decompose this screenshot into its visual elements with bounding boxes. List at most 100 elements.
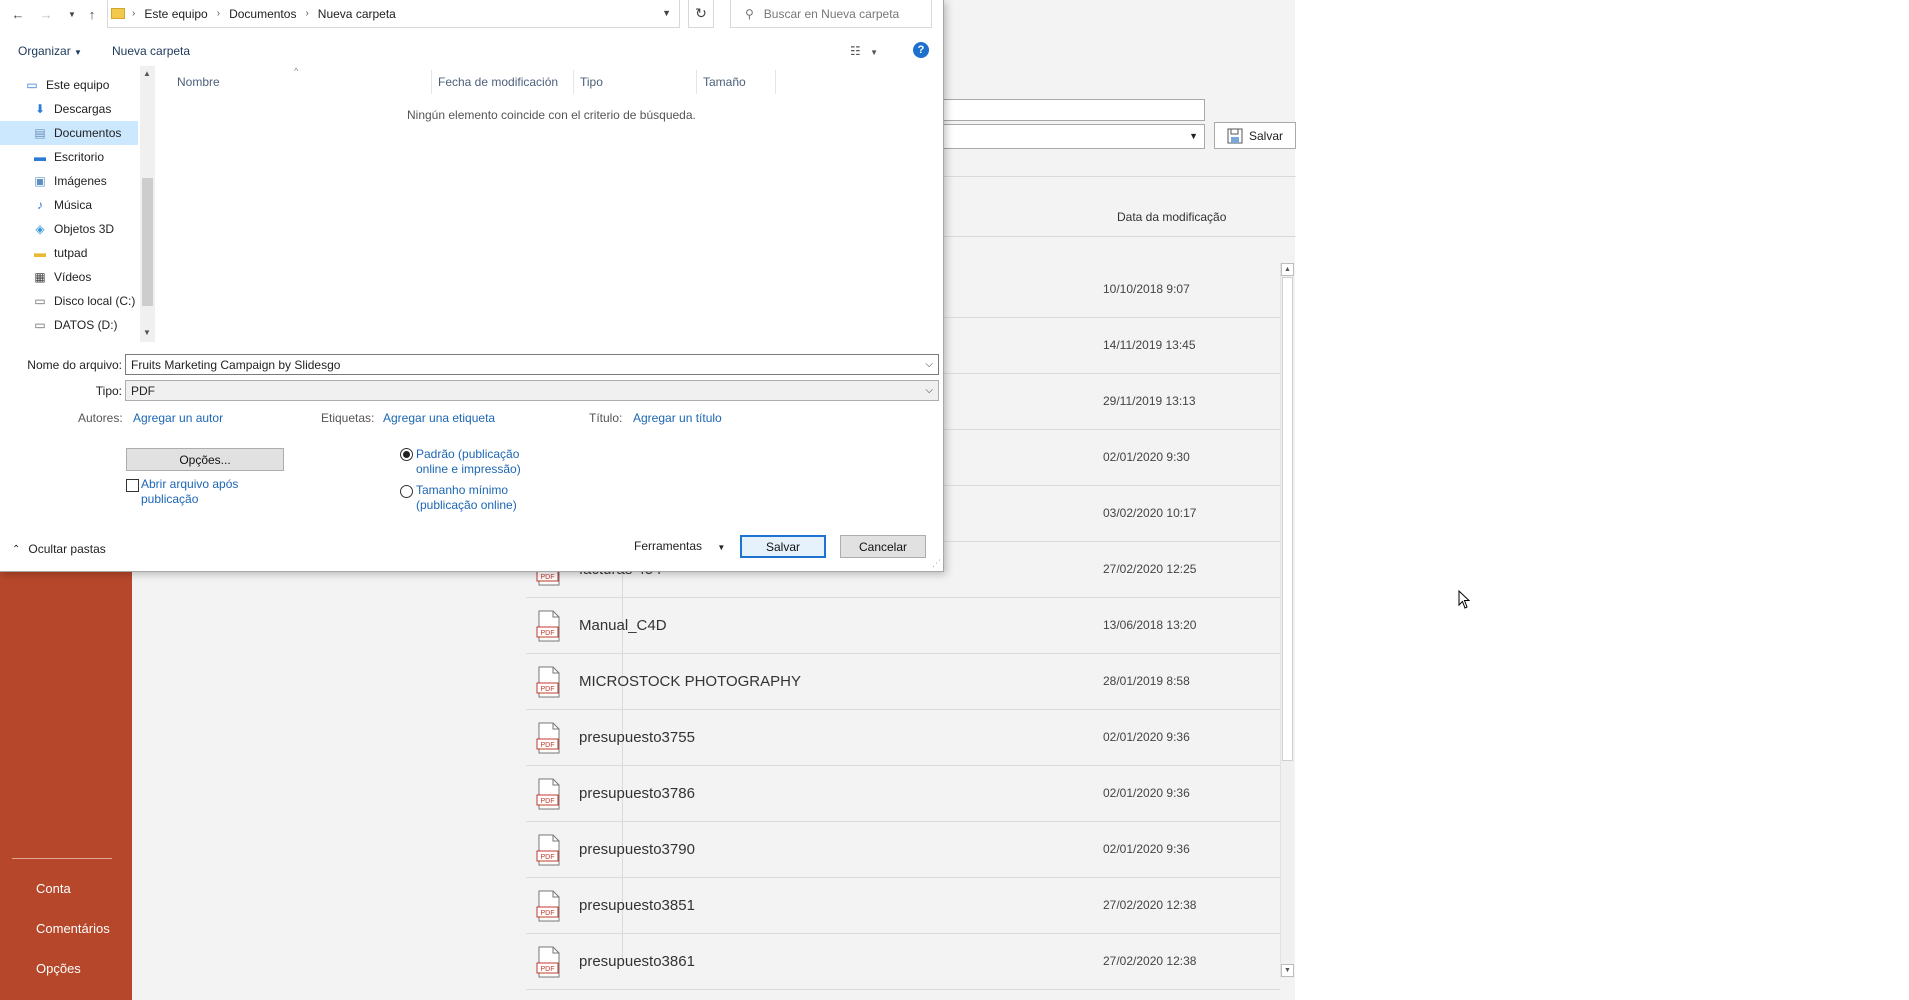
breadcrumb-documentos[interactable]: Documentos (229, 7, 296, 21)
chevron-down-icon[interactable]: ⌵ (925, 359, 933, 370)
chevron-down-icon: ▼ (1189, 131, 1198, 141)
svg-text:PDF: PDF (541, 574, 555, 581)
tree-item-m-sica[interactable]: ♪ Música (0, 193, 138, 217)
file-date: 27/02/2020 12:38 (1103, 898, 1197, 912)
breadcrumb-este-equipo[interactable]: Este equipo (144, 7, 207, 21)
tree-item-label: Imágenes (54, 174, 107, 188)
save-icon (1227, 128, 1243, 143)
dialog-toolbar: Organizar ▼ Nueva carpeta ☷ ▼ ? (0, 36, 944, 64)
file-row[interactable]: PDF presupuesto3755 02/01/2020 9:36 (526, 710, 1280, 766)
hide-folders-button[interactable]: ⌃ Ocultar pastas (12, 542, 106, 556)
authors-link[interactable]: Agregar un autor (133, 411, 223, 425)
filename-field[interactable]: Fruits Marketing Campaign by Slidesgo ⌵ (125, 354, 939, 375)
scroll-up-arrow-icon[interactable]: ▲ (143, 69, 151, 78)
help-icon[interactable]: ? (913, 42, 929, 58)
file-date: 02/01/2020 9:36 (1103, 842, 1190, 856)
tree-item-documentos[interactable]: ▤ Documentos (0, 121, 138, 145)
column-date-modified[interactable]: Data da modificação (1117, 210, 1226, 224)
scrollbar-thumb[interactable] (1282, 277, 1293, 761)
backstage-filetype-select[interactable]: ▼ (940, 124, 1205, 149)
recent-locations-chevron-icon[interactable]: ▼ (62, 4, 82, 24)
minimum-size-radio[interactable] (400, 485, 413, 498)
open-after-checkbox[interactable] (126, 479, 139, 492)
title-link[interactable]: Agregar un título (633, 411, 722, 425)
tree-item-label: Objetos 3D (54, 222, 115, 236)
address-dropdown-icon[interactable]: ▼ (662, 8, 671, 18)
file-row[interactable]: PDF Manual_C4D 13/06/2018 13:20 (526, 598, 1280, 654)
backstage-header-line (940, 236, 1296, 237)
folder-icon: ▬ (34, 246, 46, 260)
search-input[interactable]: ⚲ Buscar en Nueva carpeta (730, 0, 932, 28)
file-list-scrollbar[interactable]: ▲ ▼ (1280, 263, 1294, 978)
tree-item-im-genes[interactable]: ▣ Imágenes (0, 169, 138, 193)
chevron-down-icon[interactable]: ⌵ (925, 385, 933, 396)
nav-conta[interactable]: Conta (36, 881, 71, 896)
backstage-filename-input[interactable] (940, 99, 1205, 121)
nav-comentarios[interactable]: Comentários (36, 921, 110, 936)
tools-label: Ferramentas (634, 539, 703, 553)
refresh-icon[interactable]: ↻ (688, 0, 714, 28)
svg-text:PDF: PDF (541, 798, 555, 805)
standard-radio-label[interactable]: Padrão (publicação online e impressão) (416, 447, 521, 477)
tags-link[interactable]: Agregar una etiqueta (383, 411, 495, 425)
scrollbar-thumb[interactable] (142, 178, 153, 306)
pdf-file-icon: PDF (536, 834, 560, 866)
pdf-file-icon: PDF (536, 722, 560, 754)
file-date: 02/01/2020 9:36 (1103, 730, 1190, 744)
desktop-icon: ▬ (34, 150, 46, 164)
svg-text:PDF: PDF (541, 686, 555, 693)
tree-item-objetos-3d[interactable]: ◈ Objetos 3D (0, 217, 138, 241)
open-after-label[interactable]: Abrir arquivo após publicação (141, 477, 238, 507)
folder-icon (111, 8, 125, 19)
backstage-save-label: Salvar (1248, 128, 1283, 143)
organize-button[interactable]: Organizar ▼ (18, 44, 82, 58)
view-options-button[interactable]: ☷ ▼ (850, 44, 878, 58)
tree-item-datos-d[interactable]: ▭ DATOS (D:) (0, 313, 138, 337)
document-icon: ▤ (34, 126, 46, 140)
column-tamano[interactable]: Tamaño (697, 70, 776, 94)
tree-item-este-equipo[interactable]: ▭ Este equipo (0, 73, 138, 97)
breadcrumb-separator-icon: › (216, 8, 221, 19)
navigation-scrollbar[interactable]: ▲ ▼ (140, 66, 155, 342)
save-button[interactable]: Salvar (740, 535, 826, 558)
tags-label: Etiquetas: (321, 411, 375, 425)
file-row[interactable]: PDF MICROSTOCK PHOTOGRAPHY 28/01/2019 8:58 (526, 654, 1280, 710)
organize-label: Organizar (18, 44, 71, 58)
scroll-up-arrow-icon[interactable]: ▲ (1281, 263, 1294, 276)
tools-button[interactable]: Ferramentas ▼ (634, 539, 725, 553)
tree-item-escritorio[interactable]: ▬ Escritorio (0, 145, 138, 169)
options-button[interactable]: Opções... (126, 448, 284, 471)
back-arrow-icon[interactable]: ← (8, 4, 28, 24)
minimum-size-radio-label[interactable]: Tamanho mínimo (publicação online) (416, 483, 517, 513)
file-name: Manual_C4D (579, 617, 667, 634)
file-row[interactable]: PDF presupuesto3790 02/01/2020 9:36 (526, 822, 1280, 878)
tree-item-descargas[interactable]: ⬇ Descargas (0, 97, 138, 121)
navigation-pane: ▭ Este equipo ⬇ Descargas ▤ Documentos ▬ Escrit… (0, 66, 155, 342)
up-arrow-icon[interactable]: ↑ (82, 4, 102, 24)
backstage-save-button[interactable]: Salvar (1214, 122, 1296, 149)
scroll-down-arrow-icon[interactable]: ▼ (1281, 964, 1294, 977)
cancel-button[interactable]: Cancelar (840, 535, 926, 558)
column-fecha[interactable]: Fecha de modificación (432, 70, 574, 94)
column-tipo[interactable]: Tipo (574, 70, 697, 94)
tree-item-v-deos[interactable]: ▦ Vídeos (0, 265, 138, 289)
tree-item-label: tutpad (54, 246, 88, 260)
forward-arrow-icon[interactable]: → (36, 4, 56, 24)
file-row[interactable]: PDF presupuesto3851 27/02/2020 12:38 (526, 878, 1280, 934)
tree-item-tutpad[interactable]: ▬ tutpad (0, 241, 138, 265)
column-nombre[interactable]: Nombre (157, 70, 432, 94)
minimum-line1: Tamanho mínimo (416, 483, 509, 497)
file-name: presupuesto3861 (579, 953, 695, 970)
nav-opcoes[interactable]: Opções (36, 961, 81, 976)
tree-item-disco-local-c[interactable]: ▭ Disco local (C:) (0, 289, 138, 313)
new-folder-button[interactable]: Nueva carpeta (112, 44, 190, 58)
type-select[interactable]: PDF ⌵ (125, 380, 939, 401)
tree-item-label: Descargas (54, 102, 112, 116)
file-row[interactable]: PDF presupuesto3861 27/02/2020 12:38 (526, 934, 1280, 990)
resize-grip-icon[interactable]: ⋰ (932, 558, 941, 569)
scroll-down-arrow-icon[interactable]: ▼ (143, 328, 151, 337)
standard-radio[interactable] (400, 448, 413, 461)
breadcrumb-nueva-carpeta[interactable]: Nueva carpeta (318, 7, 396, 21)
address-bar[interactable]: › Este equipo › Documentos › Nueva carpe… (107, 0, 680, 28)
file-row[interactable]: PDF presupuesto3786 02/01/2020 9:36 (526, 766, 1280, 822)
